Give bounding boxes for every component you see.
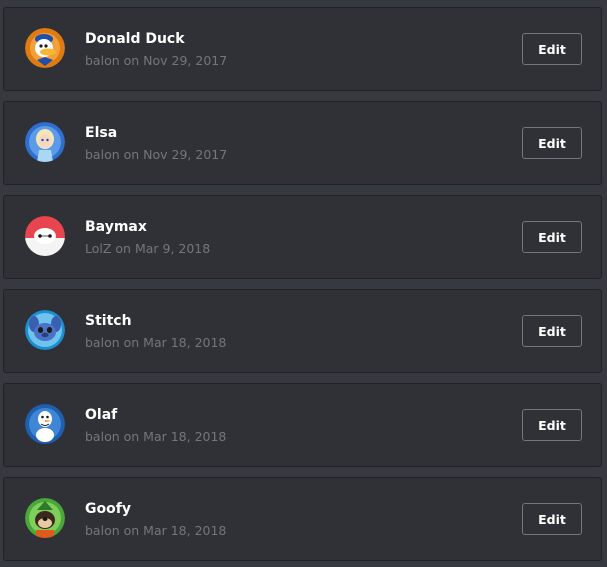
baymax-icon <box>25 216 65 256</box>
emoji-row-goofy: Goofy balon on Mar 18, 2018 Edit <box>3 477 602 561</box>
emoji-meta: balon on Mar 18, 2018 <box>85 523 227 538</box>
elsa-icon <box>25 122 65 162</box>
emoji-name: Elsa <box>85 125 118 141</box>
olaf-icon <box>25 404 65 444</box>
emoji-name: Stitch <box>85 313 132 329</box>
emoji-meta: balon on Mar 18, 2018 <box>85 429 227 444</box>
edit-button[interactable]: Edit <box>522 127 582 159</box>
stitch-icon <box>25 310 65 350</box>
emoji-row-olaf: Olaf balon on Mar 18, 2018 Edit <box>3 383 602 467</box>
emoji-list: Donald Duck balon on Nov 29, 2017 Edit E… <box>0 0 607 567</box>
emoji-meta: balon on Nov 29, 2017 <box>85 53 228 68</box>
goofy-icon <box>25 498 65 538</box>
edit-button[interactable]: Edit <box>522 315 582 347</box>
emoji-row-stitch: Stitch balon on Mar 18, 2018 Edit <box>3 289 602 373</box>
emoji-name: Donald Duck <box>85 31 185 47</box>
emoji-meta: balon on Nov 29, 2017 <box>85 147 228 162</box>
edit-button[interactable]: Edit <box>522 503 582 535</box>
emoji-name: Baymax <box>85 219 147 235</box>
donald-duck-icon <box>25 28 65 68</box>
emoji-meta: LolZ on Mar 9, 2018 <box>85 241 211 256</box>
emoji-row-baymax: Baymax LolZ on Mar 9, 2018 Edit <box>3 195 602 279</box>
edit-button[interactable]: Edit <box>522 33 582 65</box>
emoji-name: Goofy <box>85 501 131 517</box>
emoji-name: Olaf <box>85 407 118 423</box>
edit-button[interactable]: Edit <box>522 409 582 441</box>
emoji-row-donald-duck: Donald Duck balon on Nov 29, 2017 Edit <box>3 7 602 91</box>
edit-button[interactable]: Edit <box>522 221 582 253</box>
emoji-meta: balon on Mar 18, 2018 <box>85 335 227 350</box>
emoji-row-elsa: Elsa balon on Nov 29, 2017 Edit <box>3 101 602 185</box>
